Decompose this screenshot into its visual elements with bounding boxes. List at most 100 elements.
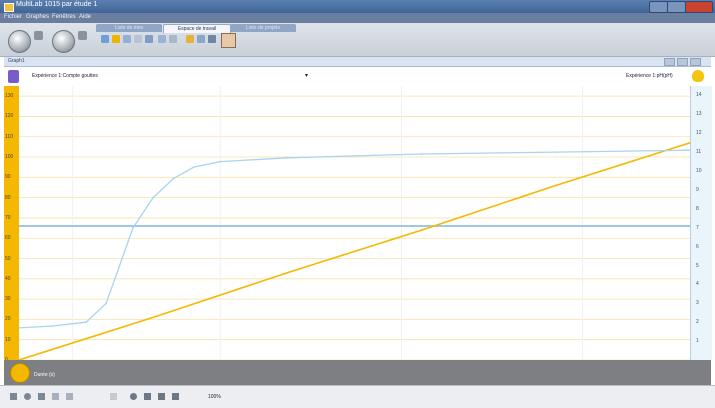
data-point-right xyxy=(420,153,423,155)
left-y-axis: 0102030405060708090100110120130 xyxy=(4,86,19,363)
table-icon[interactable] xyxy=(123,35,131,43)
right-tick-label: 11 xyxy=(696,149,702,156)
maximize-button[interactable] xyxy=(667,1,686,13)
toolbar: Liste de mes Espace de travail Liste de … xyxy=(0,23,715,57)
window-icon[interactable] xyxy=(208,35,216,43)
window-title: MultiLab 1015 par étude 1 xyxy=(16,1,98,8)
bottom-toolbar: 100% xyxy=(0,385,715,408)
fit-icon[interactable] xyxy=(110,393,117,400)
graph-title: Graph1 xyxy=(8,58,25,64)
data-point-right xyxy=(554,151,557,154)
right-tick-label: 5 xyxy=(696,262,699,269)
minimize-button[interactable] xyxy=(649,1,668,13)
export-icon[interactable] xyxy=(197,35,205,43)
curve-icon[interactable] xyxy=(172,393,179,400)
menu-file[interactable]: Fichier xyxy=(4,14,22,20)
left-tick-label: 10 xyxy=(5,336,11,343)
graph-panel-header: Graph1 xyxy=(4,57,711,67)
data-point-right xyxy=(51,325,54,327)
left-tick-label: 80 xyxy=(5,194,11,201)
tab-projects[interactable]: Liste de projets xyxy=(230,24,296,32)
menu-help[interactable]: Aide xyxy=(79,14,91,20)
right-tick-label: 6 xyxy=(696,243,699,250)
zoom-level: 100% xyxy=(208,394,221,400)
tab-list[interactable]: Liste de mes xyxy=(96,24,162,32)
data-point-right xyxy=(118,264,121,267)
plot-area xyxy=(18,86,691,361)
zoom-in-icon[interactable] xyxy=(24,393,31,400)
zoom-icon[interactable] xyxy=(101,35,109,43)
drop-counter-icon[interactable] xyxy=(692,70,704,82)
close-button[interactable] xyxy=(685,1,713,13)
right-tick-label: 8 xyxy=(696,205,699,212)
menu-windows[interactable]: Fenêtres xyxy=(52,14,76,20)
data-point-left xyxy=(286,271,289,274)
start-recording-button[interactable] xyxy=(8,30,31,53)
right-tick-label: 3 xyxy=(696,300,699,307)
settings-icon[interactable] xyxy=(78,31,87,40)
left-tick-label: 90 xyxy=(5,174,11,181)
right-tick-label: 13 xyxy=(696,111,702,118)
panel-minimize-icon[interactable] xyxy=(664,58,675,66)
left-tick-label: 30 xyxy=(5,296,11,303)
left-series-dropdown[interactable]: Expérience 1:Compte gouttes xyxy=(32,73,98,79)
title-bar: MultiLab 1015 par étude 1 xyxy=(0,0,715,13)
left-tick-label: 120 xyxy=(5,113,14,120)
menu-bar: Fichier Graphes Fenêtres Aide xyxy=(0,13,715,23)
right-tick-label: 9 xyxy=(696,186,699,193)
left-tick-label: 100 xyxy=(5,154,14,161)
panel-restore-icon[interactable] xyxy=(677,58,688,66)
gear-icon[interactable] xyxy=(144,393,151,400)
left-sensor-icon[interactable] xyxy=(8,70,19,83)
right-series-label[interactable]: Expérience 1:pH(pH) xyxy=(626,73,673,79)
save-icon[interactable] xyxy=(158,35,166,43)
plot-svg xyxy=(18,86,691,361)
menu-graphs[interactable]: Graphes xyxy=(26,14,49,20)
data-point-right xyxy=(172,177,175,180)
stop-button[interactable] xyxy=(52,30,75,53)
series-line-right xyxy=(18,149,691,329)
series-bar: Expérience 1:Compte gouttes ▾ Expérience… xyxy=(4,67,711,86)
previous-icon[interactable] xyxy=(52,393,59,400)
pin-icon[interactable] xyxy=(112,35,120,43)
right-tick-label: 7 xyxy=(696,224,699,231)
cursor-icon[interactable] xyxy=(10,393,17,400)
right-y-axis: 1 2 3 4 5 6 7 8 9 10 11 12 13 14 xyxy=(690,86,712,360)
data-point-left xyxy=(554,184,557,187)
table-view-icon[interactable] xyxy=(158,393,165,400)
data-point-right xyxy=(105,302,108,305)
data-point-right xyxy=(152,196,155,199)
next-icon[interactable] xyxy=(66,393,73,400)
print-icon[interactable] xyxy=(169,35,177,43)
chart-icon[interactable] xyxy=(145,35,153,43)
left-tick-label: 40 xyxy=(5,275,11,282)
right-tick-label: 1 xyxy=(696,338,699,345)
tab-workspace[interactable]: Espace de travail xyxy=(163,24,231,33)
dropdown-arrow-icon[interactable]: ▾ xyxy=(305,72,308,79)
right-tick-label: 10 xyxy=(696,168,702,175)
pan-icon[interactable] xyxy=(38,393,45,400)
graph-icon[interactable] xyxy=(134,35,142,43)
data-point-right xyxy=(85,321,87,324)
folder-icon[interactable] xyxy=(186,35,194,43)
right-tick-label: 14 xyxy=(696,92,702,99)
right-tick-label: 4 xyxy=(696,281,699,288)
data-point-right xyxy=(219,160,222,163)
brush-icon[interactable] xyxy=(221,33,236,48)
left-tick-label: 20 xyxy=(5,316,11,323)
data-point-left xyxy=(152,316,155,319)
right-tick-label: 12 xyxy=(696,130,702,137)
series-line-left xyxy=(18,142,691,361)
left-tick-label: 130 xyxy=(5,93,14,100)
left-tick-label: 60 xyxy=(5,235,11,242)
clock-icon[interactable] xyxy=(10,363,30,383)
lock-icon[interactable] xyxy=(34,31,43,40)
left-tick-label: 50 xyxy=(5,255,11,262)
app-icon xyxy=(4,3,14,12)
x-axis-label[interactable]: Durée (s) xyxy=(34,372,55,378)
data-point-right xyxy=(132,226,134,229)
data-point-right xyxy=(192,166,195,169)
panel-close-icon[interactable] xyxy=(690,58,701,66)
settings-icon-bottom[interactable] xyxy=(130,393,137,400)
left-tick-label: 110 xyxy=(5,133,13,140)
